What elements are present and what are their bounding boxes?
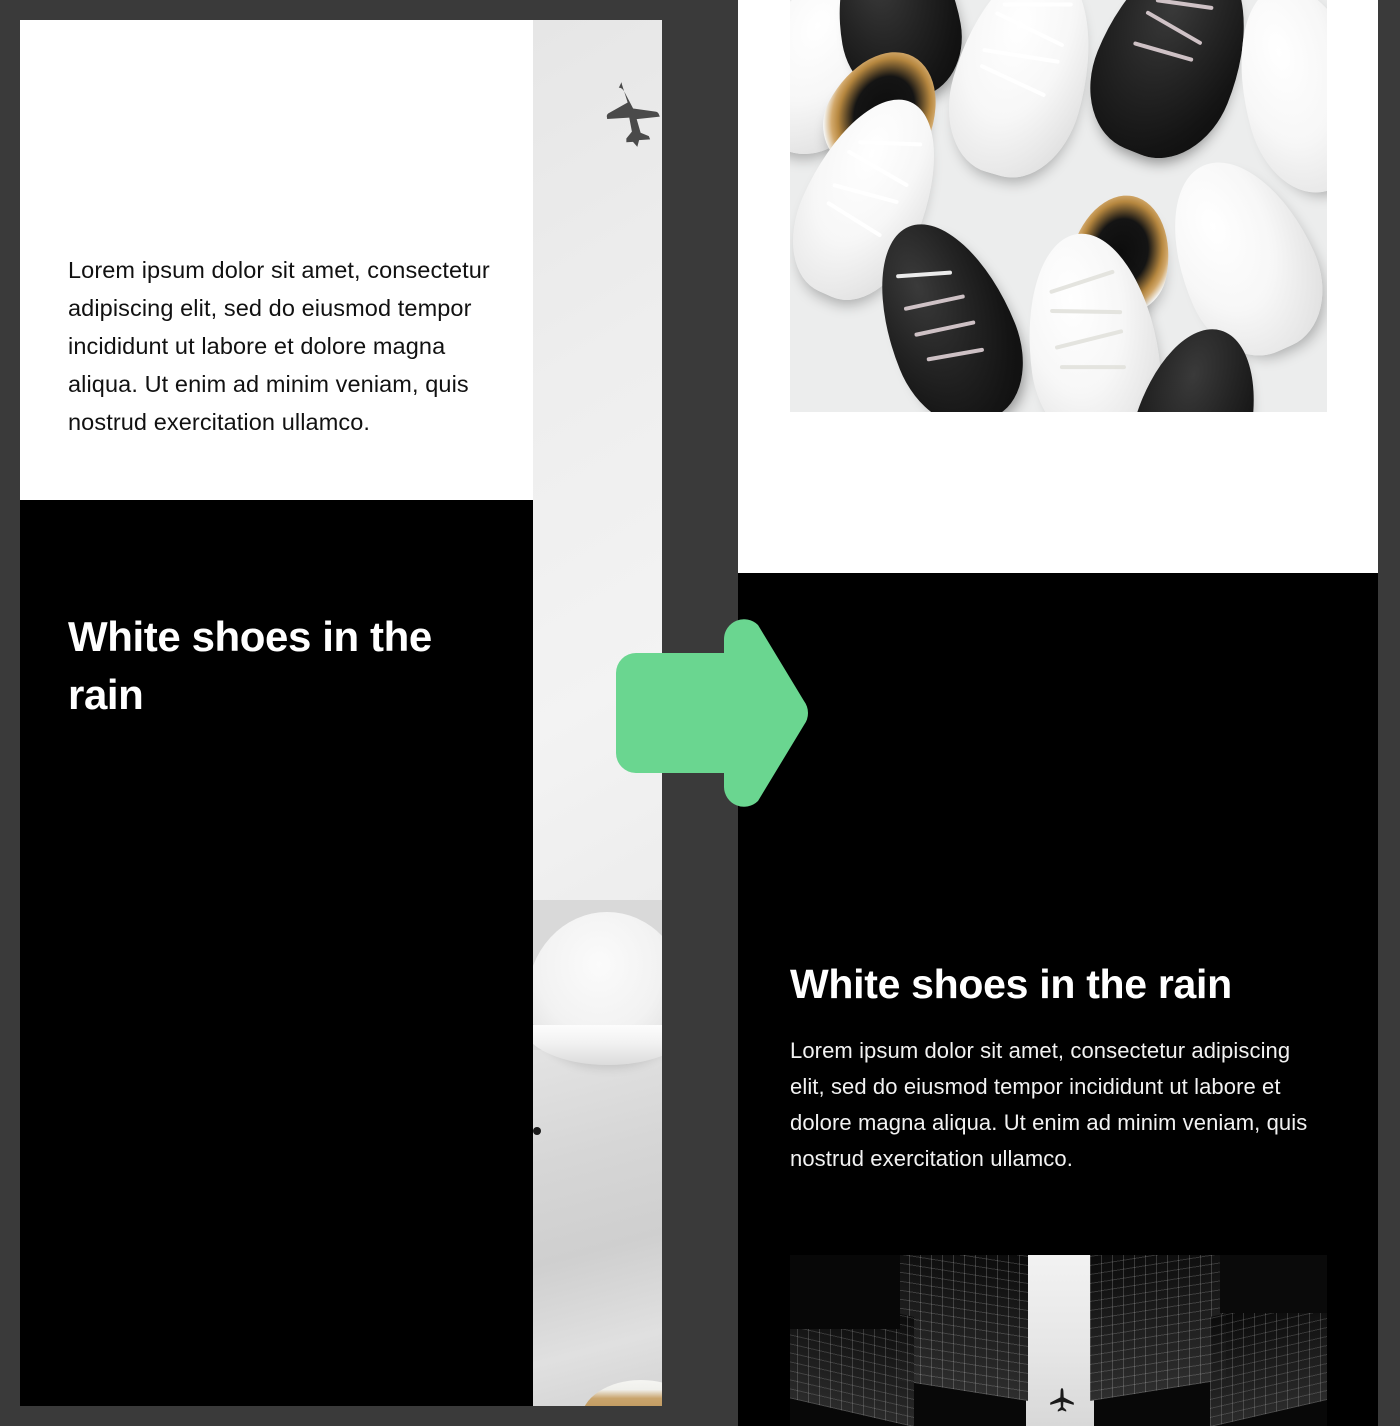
before-content-column: Lorem ipsum dolor sit amet, consectetur … bbox=[20, 20, 533, 1406]
lace bbox=[1155, 0, 1214, 11]
before-body-text: Lorem ipsum dolor sit amet, consectetur … bbox=[68, 256, 490, 435]
lace bbox=[895, 270, 953, 279]
before-black-section: White shoes in the rain bbox=[20, 500, 533, 1406]
tower-right bbox=[1090, 1255, 1226, 1401]
photo-background-gradient bbox=[533, 1050, 662, 1406]
right-arrow-icon bbox=[616, 619, 808, 807]
skyscrapers-looking-up-with-airplane-photo bbox=[790, 1255, 1327, 1426]
lace bbox=[1054, 329, 1124, 350]
lace bbox=[1132, 41, 1194, 63]
lace bbox=[903, 294, 966, 312]
airplane-icon bbox=[606, 78, 660, 147]
lace bbox=[832, 182, 899, 205]
lace bbox=[1048, 269, 1115, 295]
before-heading: White shoes in the rain bbox=[68, 612, 432, 718]
dark-corner-left bbox=[790, 1255, 900, 1329]
before-layout-preview[interactable]: Lorem ipsum dolor sit amet, consectetur … bbox=[20, 20, 662, 1406]
lace bbox=[1050, 308, 1123, 315]
lace bbox=[858, 140, 923, 147]
after-heading: White shoes in the rain bbox=[790, 961, 1232, 1008]
after-black-section: White shoes in the rain Lorem ipsum dolo… bbox=[738, 573, 1378, 1426]
photo-speck bbox=[533, 1127, 541, 1135]
lace bbox=[1002, 2, 1073, 7]
lace bbox=[1059, 365, 1126, 370]
lace bbox=[926, 347, 985, 362]
lace bbox=[914, 320, 976, 337]
tower-left bbox=[898, 1255, 1028, 1401]
lace bbox=[979, 63, 1047, 98]
after-body-text: Lorem ipsum dolor sit amet, consectetur … bbox=[790, 1038, 1308, 1171]
after-layout-preview[interactable]: White shoes in the rain Lorem ipsum dolo… bbox=[738, 0, 1378, 1426]
airplane-icon bbox=[1050, 1388, 1074, 1412]
lace bbox=[1145, 10, 1203, 46]
lace bbox=[994, 10, 1065, 48]
lace bbox=[846, 149, 910, 188]
after-white-section bbox=[738, 0, 1378, 573]
comparison-canvas: Lorem ipsum dolor sit amet, consectetur … bbox=[0, 0, 1400, 1426]
lace bbox=[982, 47, 1060, 64]
black-and-white-sneakers-flatlay-photo bbox=[790, 0, 1327, 412]
white-sneaker-closeup-photo bbox=[533, 900, 662, 1406]
lace bbox=[825, 200, 883, 238]
dark-corner-right bbox=[1220, 1255, 1327, 1313]
